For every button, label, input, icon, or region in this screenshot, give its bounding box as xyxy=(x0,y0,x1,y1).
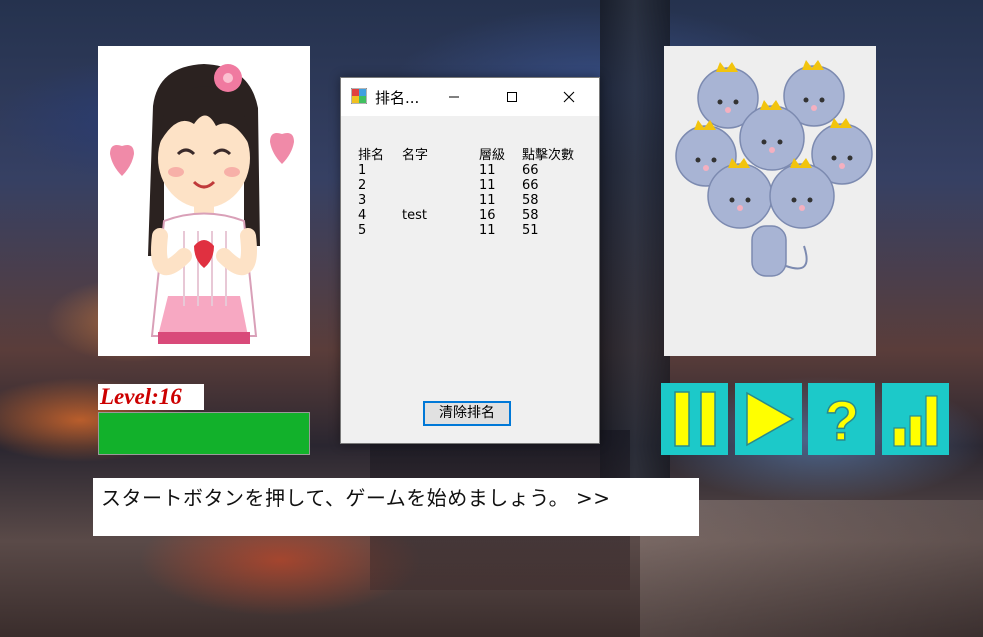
help-button[interactable]: ? xyxy=(808,383,875,455)
clear-ranking-button[interactable]: 清除排名 xyxy=(423,401,511,426)
dialog-titlebar[interactable]: 排名... xyxy=(341,78,599,116)
play-icon xyxy=(745,391,795,447)
header-name: 名字 xyxy=(402,148,429,163)
maximize-icon xyxy=(507,92,517,102)
clicks-cell: 66 xyxy=(522,178,539,193)
pause-button[interactable] xyxy=(661,383,728,455)
app-icon xyxy=(351,88,367,104)
player-character-picture xyxy=(98,46,310,356)
mouse-kings-image xyxy=(675,60,873,277)
clicks-cell: 66 xyxy=(522,163,539,178)
ranking-icon xyxy=(892,395,938,447)
name-cell: test xyxy=(402,208,427,223)
level-cell: 11 xyxy=(479,193,496,208)
clicks-cell: 51 xyxy=(522,223,539,238)
ranking-dialog: 排名... 排名 名字 層級 點擊次數 1 11 66 2 11 66 3 11… xyxy=(340,77,600,444)
enemy-mice-picture xyxy=(664,46,876,356)
svg-text:?: ? xyxy=(824,390,858,448)
table-row: 2 11 66 xyxy=(358,178,588,193)
close-button[interactable] xyxy=(546,78,592,116)
maximize-button[interactable] xyxy=(489,78,535,116)
level-cell: 11 xyxy=(479,223,496,238)
clicks-cell: 58 xyxy=(522,208,539,223)
rank-cell: 4 xyxy=(358,208,367,223)
message-box[interactable]: スタートボタンを押して、ゲームを始めましょう。 >> xyxy=(93,478,699,536)
table-row: 4 test 16 58 xyxy=(358,208,588,223)
table-row: 5 11 51 xyxy=(358,223,588,238)
rank-cell: 5 xyxy=(358,223,367,238)
rank-cell: 3 xyxy=(358,193,367,208)
girl-character-image xyxy=(110,64,294,344)
ranking-button[interactable] xyxy=(882,383,949,455)
level-cell: 11 xyxy=(479,163,496,178)
help-icon: ? xyxy=(824,390,860,448)
level-cell: 11 xyxy=(479,178,496,193)
rank-cell: 1 xyxy=(358,163,367,178)
dialog-title: 排名... xyxy=(375,89,420,107)
rank-cell: 2 xyxy=(358,178,367,193)
ranking-table: 排名 名字 層級 點擊次數 1 11 66 2 11 66 3 11 58 4 … xyxy=(358,148,588,238)
table-row: 3 11 58 xyxy=(358,193,588,208)
header-level: 層級 xyxy=(479,148,506,163)
header-rank: 排名 xyxy=(358,148,385,163)
table-row: 1 11 66 xyxy=(358,163,588,178)
header-clicks: 點擊次數 xyxy=(522,148,575,163)
level-progress-fill xyxy=(99,413,309,454)
minimize-icon xyxy=(449,96,459,98)
play-button[interactable] xyxy=(735,383,802,455)
ranking-header-row: 排名 名字 層級 點擊次數 xyxy=(358,148,588,163)
clicks-cell: 58 xyxy=(522,193,539,208)
pause-icon xyxy=(673,391,716,447)
level-cell: 16 xyxy=(479,208,496,223)
level-progress-bar xyxy=(98,412,310,455)
close-icon xyxy=(563,91,575,103)
minimize-button[interactable] xyxy=(431,78,477,116)
level-label: Level:16 xyxy=(98,384,204,410)
